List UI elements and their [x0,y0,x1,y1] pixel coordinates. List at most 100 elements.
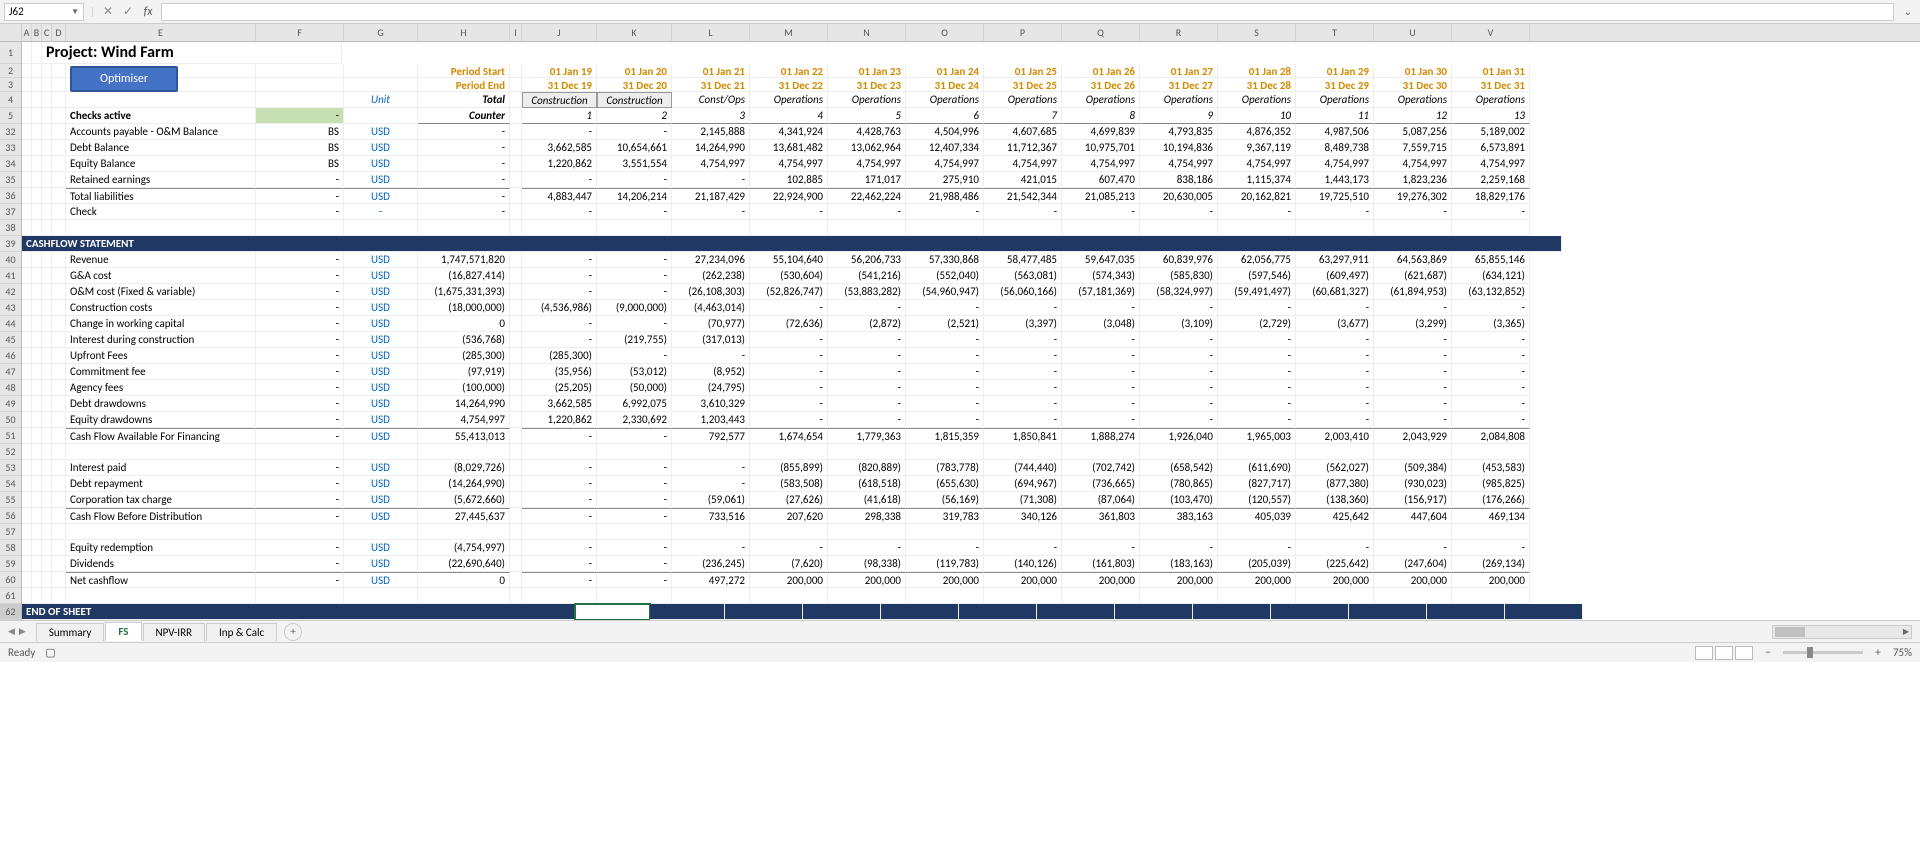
row-header[interactable]: 38 [0,220,21,236]
cell[interactable]: (3,109) [1140,316,1218,332]
cell[interactable]: 57,330,868 [906,252,984,268]
cell[interactable]: (7,620) [750,556,828,572]
cell[interactable] [42,124,52,140]
cell[interactable] [1140,220,1218,236]
col-header[interactable]: J [522,24,597,41]
cell[interactable]: - [984,380,1062,396]
cell[interactable] [344,444,418,460]
cell[interactable] [22,380,32,396]
cell[interactable]: 200,000 [1374,572,1452,588]
cell[interactable]: Operations [984,92,1062,108]
cell[interactable]: - [418,172,510,188]
cell[interactable] [22,572,32,588]
cell[interactable]: 447,604 [1374,508,1452,524]
cell[interactable] [1374,444,1452,460]
cell[interactable]: Accounts payable - O&M Balance [66,124,256,140]
cell[interactable]: 12 [1374,108,1452,124]
cell[interactable] [1140,588,1218,604]
cell[interactable]: - [906,332,984,348]
cell[interactable]: 1 [522,108,597,124]
cell[interactable]: 3,551,554 [597,156,672,172]
cell[interactable]: (27,626) [750,492,828,508]
cell[interactable]: Period End [418,78,510,92]
cell[interactable]: - [597,428,672,444]
cell[interactable]: - [1296,540,1374,556]
cell[interactable]: - [984,396,1062,412]
cell[interactable]: 14,264,990 [672,140,750,156]
cell[interactable] [22,92,32,108]
cell[interactable]: 4,883,447 [522,188,597,204]
cell[interactable]: - [984,348,1062,364]
cell[interactable]: (2,521) [906,316,984,332]
cell[interactable] [52,220,66,236]
cell[interactable]: Dividends [66,556,256,572]
cell[interactable] [522,524,597,540]
cell[interactable]: 27,234,096 [672,252,750,268]
cell[interactable]: 01 Jan 29 [1296,64,1374,78]
cell[interactable] [1140,524,1218,540]
cell[interactable] [32,124,42,140]
tab-nav[interactable]: ◀ ▶ [8,626,26,637]
scroll-right-icon[interactable]: ▶ [1900,626,1912,638]
cell[interactable]: 1,815,359 [906,428,984,444]
cell[interactable] [510,300,522,316]
cell[interactable]: Operations [828,92,906,108]
cell[interactable] [1296,524,1374,540]
cell[interactable] [1271,604,1349,620]
cell[interactable] [22,300,32,316]
cell[interactable]: - [1374,412,1452,428]
cell[interactable]: 65,855,146 [1452,252,1530,268]
cell[interactable] [1140,444,1218,460]
cell[interactable] [32,300,42,316]
cell[interactable]: - [1296,412,1374,428]
cell[interactable]: Operations [906,92,984,108]
cell[interactable]: - [828,332,906,348]
row-header[interactable]: 54 [0,476,21,492]
cell[interactable]: 21,542,344 [984,188,1062,204]
cell[interactable]: USD [344,268,418,284]
cell[interactable]: Agency fees [66,380,256,396]
cell[interactable]: 2,259,168 [1452,172,1530,188]
cell[interactable]: (18,000,000) [418,300,510,316]
cell[interactable] [522,588,597,604]
cell[interactable]: (97,919) [418,364,510,380]
cell[interactable]: - [597,268,672,284]
row-header[interactable]: 3 [0,78,21,92]
cell[interactable]: - [522,284,597,300]
cell[interactable] [22,64,32,78]
cell[interactable]: 21,085,213 [1062,188,1140,204]
cell[interactable]: - [1374,396,1452,412]
cell[interactable] [52,524,66,540]
cell[interactable] [22,476,32,492]
cell[interactable]: (3,365) [1452,316,1530,332]
cell[interactable] [256,444,344,460]
cell[interactable] [42,556,52,572]
cell[interactable]: - [522,204,597,220]
cell[interactable] [32,428,42,444]
cell[interactable] [672,588,750,604]
cell[interactable] [22,460,32,476]
cell[interactable]: - [597,492,672,508]
cell[interactable] [42,300,52,316]
cell[interactable]: - [1452,300,1530,316]
cell[interactable]: USD [344,572,418,588]
cell[interactable] [418,444,510,460]
cell[interactable]: - [1296,396,1374,412]
cell[interactable]: 64,563,869 [1374,252,1452,268]
cell[interactable]: - [1062,412,1140,428]
cell[interactable] [52,188,66,204]
cell[interactable]: (156,917) [1374,492,1452,508]
cell[interactable]: - [522,252,597,268]
cell[interactable]: BS [256,124,344,140]
cell[interactable]: 5,189,002 [1452,124,1530,140]
cell[interactable] [418,588,510,604]
cell[interactable]: Debt drawdowns [66,396,256,412]
cell[interactable]: Equity redemption [66,540,256,556]
cell[interactable]: - [522,268,597,284]
col-header[interactable]: E [66,24,256,41]
cell[interactable]: (655,630) [906,476,984,492]
cell[interactable]: - [984,540,1062,556]
cell[interactable]: BS [256,156,344,172]
cell[interactable]: Corporation tax charge [66,492,256,508]
cell[interactable]: (827,717) [1218,476,1296,492]
